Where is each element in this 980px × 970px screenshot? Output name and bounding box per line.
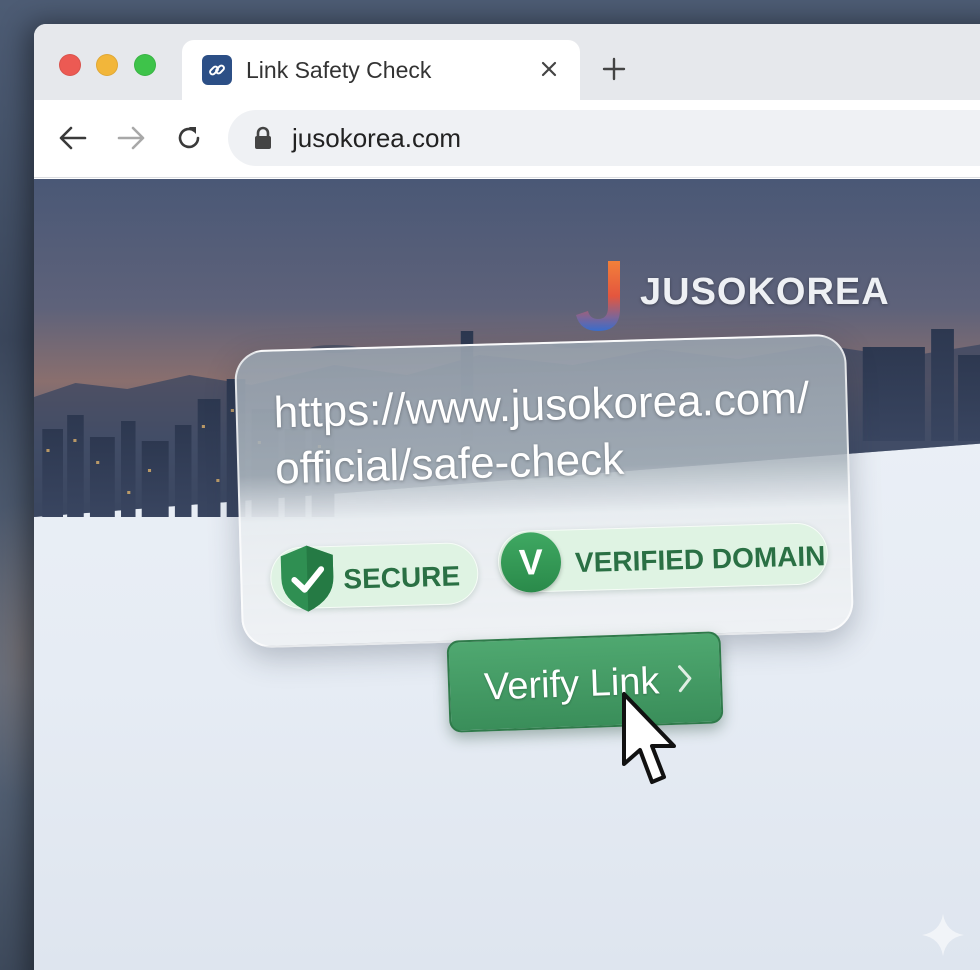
address-bar[interactable]: jusokorea.com: [228, 110, 980, 166]
minimize-window-button[interactable]: [96, 54, 118, 76]
maximize-window-button[interactable]: [134, 54, 156, 76]
back-arrow-icon[interactable]: [57, 122, 89, 154]
browser-toolbar: jusokorea.com: [34, 100, 980, 178]
lock-icon: [252, 126, 274, 150]
jusokorea-logo-icon: [576, 261, 620, 331]
verified-domain-badge: V VERIFIED DOMAIN: [497, 522, 829, 594]
secure-badge: SECURE: [269, 541, 480, 612]
verified-domain-badge-label: VERIFIED DOMAIN: [574, 540, 826, 579]
tab-link-safety-check[interactable]: Link Safety Check: [182, 40, 580, 102]
mouse-cursor-icon: [622, 692, 676, 784]
close-window-button[interactable]: [59, 54, 81, 76]
reload-icon[interactable]: [173, 122, 205, 154]
sparkle-icon: [922, 914, 964, 956]
tab-title: Link Safety Check: [246, 57, 432, 83]
new-tab-icon[interactable]: [600, 55, 628, 83]
link-preview-popover: https://www.jusokorea.com/ official/safe…: [233, 333, 855, 649]
secure-badge-label: SECURE: [342, 560, 461, 595]
url-text[interactable]: jusokorea.com: [292, 123, 461, 154]
shield-check-icon: [280, 545, 334, 612]
tab-strip: Link Safety Check: [34, 24, 980, 102]
link-preview-url: https://www.jusokorea.com/ official/safe…: [273, 370, 836, 498]
v-circle-icon: V: [500, 531, 562, 594]
logo-text: JUSOKOREA: [640, 271, 890, 313]
forward-arrow-icon[interactable]: [115, 122, 147, 154]
link-icon: [202, 55, 232, 85]
close-icon[interactable]: [536, 56, 562, 82]
